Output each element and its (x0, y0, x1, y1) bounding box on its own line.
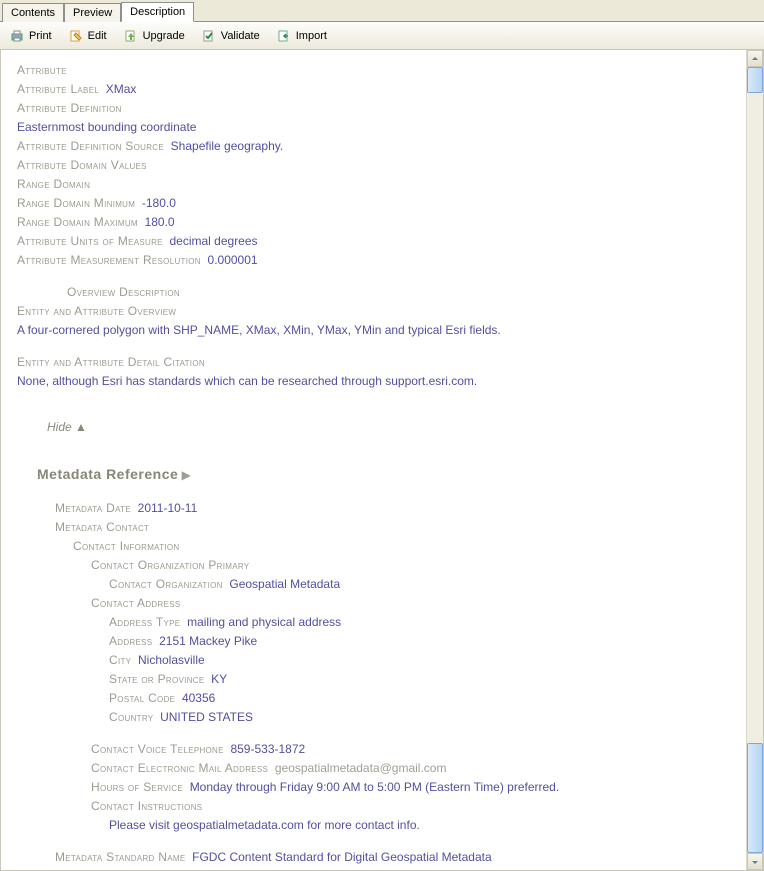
validate-button[interactable]: Validate (198, 26, 263, 46)
scroll-track[interactable] (747, 67, 763, 853)
ea-citation-value: None, although Esri has standards which … (17, 374, 477, 388)
metadata-reference-title[interactable]: Metadata Reference (37, 466, 178, 482)
attr-defsrc-value: Shapefile geography. (171, 139, 284, 153)
import-icon (276, 28, 292, 44)
metadata-date-value: 2011-10-11 (138, 501, 198, 515)
edit-button[interactable]: Edit (65, 26, 110, 46)
contact-info-label: Contact Information (73, 539, 180, 553)
tab-preview[interactable]: Preview (64, 3, 121, 22)
std-version-label: Metadata Standard Version (55, 869, 199, 870)
range-max-label: Range Domain Maximum (17, 215, 138, 229)
print-button[interactable]: Print (6, 26, 55, 46)
attr-label-label: Attribute Label (17, 82, 99, 96)
contact-org-value: Geospatial Metadata (229, 577, 340, 591)
postal-label: Postal Code (109, 691, 175, 705)
country-label: Country (109, 710, 153, 724)
attr-label-value: XMax (106, 82, 137, 96)
contact-address-label: Contact Address (91, 596, 180, 610)
hours-label: Hours of Service (91, 780, 183, 794)
contact-org-primary-label: Contact Organization Primary (91, 558, 249, 572)
hide-link-1[interactable]: Hide ▲ (47, 420, 87, 434)
import-button[interactable]: Import (273, 26, 330, 46)
attribute-heading: Attribute (17, 63, 67, 77)
attr-domain-label: Attribute Domain Values (17, 158, 147, 172)
address-label: Address (109, 634, 152, 648)
import-label: Import (296, 30, 327, 42)
std-version-value: FGDC-STD-001-1998 (206, 869, 323, 870)
instructions-label: Contact Instructions (91, 799, 202, 813)
upgrade-button[interactable]: Upgrade (120, 26, 188, 46)
print-label: Print (29, 30, 52, 42)
tab-description[interactable]: Description (121, 2, 194, 22)
range-domain-label: Range Domain (17, 177, 90, 191)
attr-res-value: 0.000001 (208, 253, 258, 267)
city-label: City (109, 653, 131, 667)
tab-contents[interactable]: Contents (2, 3, 64, 22)
ea-overview-label: Entity and Attribute Overview (17, 304, 176, 318)
chevron-right-icon: ▶ (182, 468, 191, 482)
range-max-value: 180.0 (145, 215, 175, 229)
metadata-date-label: Metadata Date (55, 501, 131, 515)
country-value: UNITED STATES (160, 710, 253, 724)
attr-defsrc-label: Attribute Definition Source (17, 139, 164, 153)
print-icon (9, 28, 25, 44)
upgrade-label: Upgrade (143, 30, 185, 42)
upgrade-icon (123, 28, 139, 44)
overview-heading: Overview Description (67, 285, 180, 299)
email-value[interactable]: geospatialmetadata@gmail.com (275, 761, 447, 775)
contact-org-label: Contact Organization (109, 577, 223, 591)
attr-def-value: Easternmost bounding coordinate (17, 120, 196, 134)
scroll-thumb-top[interactable] (747, 67, 763, 93)
ea-citation-label: Entity and Attribute Detail Citation (17, 355, 205, 369)
address-type-value: mailing and physical address (187, 615, 341, 629)
address-value: 2151 Mackey Pike (159, 634, 257, 648)
std-name-label: Metadata Standard Name (55, 850, 185, 864)
std-name-value: FGDC Content Standard for Digital Geospa… (192, 850, 491, 864)
attr-units-label: Attribute Units of Measure (17, 234, 163, 248)
metadata-content: Attribute Attribute Label XMax Attribute… (1, 50, 746, 870)
phone-label: Contact Voice Telephone (91, 742, 224, 756)
postal-value: 40356 (182, 691, 215, 705)
city-value: Nicholasville (138, 653, 205, 667)
phone-value: 859-533-1872 (230, 742, 305, 756)
scroll-up-button[interactable] (747, 50, 763, 67)
tab-bar: Contents Preview Description (0, 0, 764, 22)
metadata-contact-label: Metadata Contact (55, 520, 149, 534)
instructions-value: Please visit geospatialmetadata.com for … (109, 818, 420, 832)
toolbar: Print Edit Upgrade Validate Import (0, 22, 764, 50)
attr-units-value: decimal degrees (169, 234, 257, 248)
edit-icon (68, 28, 84, 44)
address-type-label: Address Type (109, 615, 180, 629)
state-label: State or Province (109, 672, 204, 686)
attr-def-label: Attribute Definition (17, 101, 122, 115)
vertical-scrollbar[interactable] (746, 50, 763, 870)
attr-res-label: Attribute Measurement Resolution (17, 253, 201, 267)
hours-value: Monday through Friday 9:00 AM to 5:00 PM… (190, 780, 560, 794)
scroll-thumb-bottom[interactable] (747, 743, 763, 853)
state-value: KY (211, 672, 227, 686)
ea-overview-value: A four-cornered polygon with SHP_NAME, X… (17, 323, 501, 337)
validate-label: Validate (221, 30, 260, 42)
range-min-value: -180.0 (142, 196, 176, 210)
validate-icon (201, 28, 217, 44)
range-min-label: Range Domain Minimum (17, 196, 135, 210)
email-label: Contact Electronic Mail Address (91, 761, 268, 775)
scroll-down-button[interactable] (747, 853, 763, 870)
edit-label: Edit (88, 30, 107, 42)
